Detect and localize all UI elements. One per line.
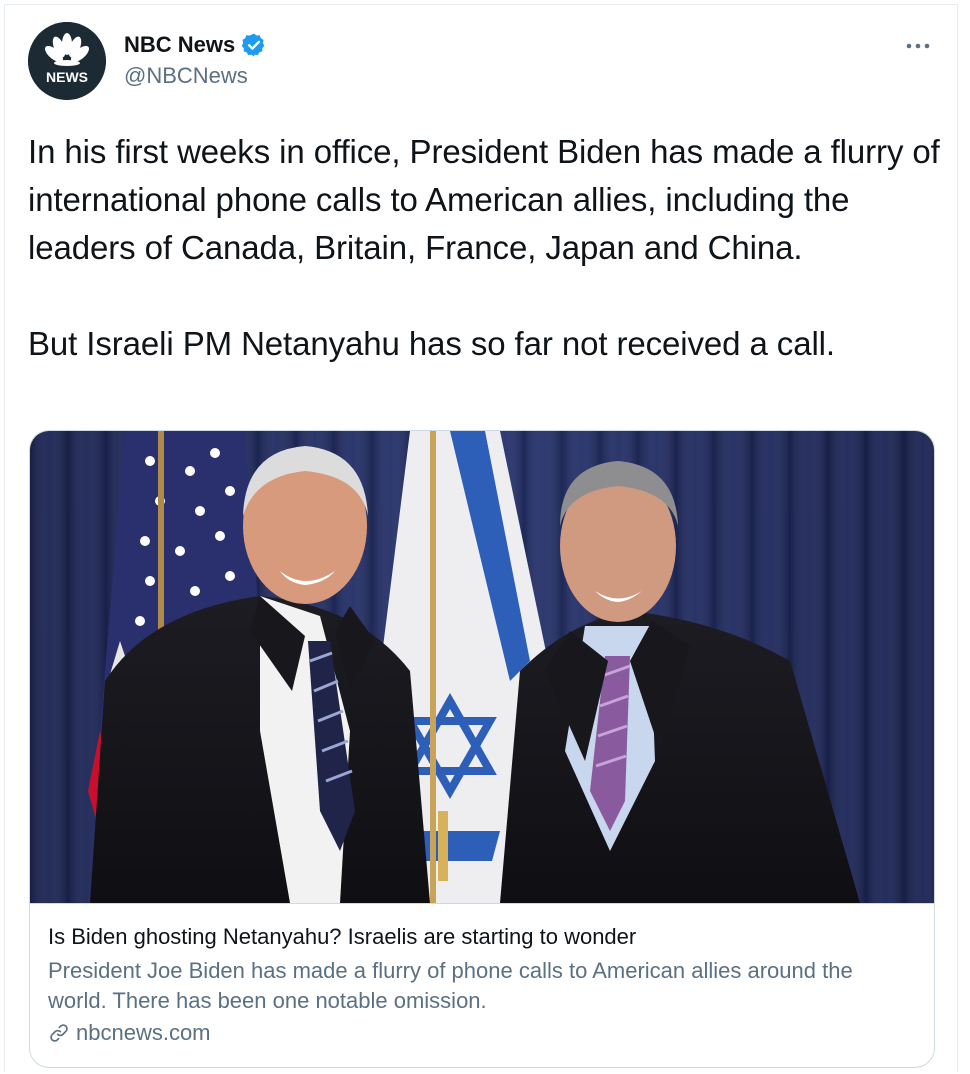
- card-domain: nbcnews.com: [76, 1020, 211, 1045]
- link-icon: [50, 1024, 68, 1042]
- nbc-peacock-logo-icon: NEWS: [28, 22, 106, 100]
- more-options-icon[interactable]: [904, 36, 932, 56]
- link-preview-card[interactable]: Is Biden ghosting Netanyahu? Israelis ar…: [29, 430, 935, 1068]
- avatar-text: NEWS: [46, 69, 88, 85]
- tweet-text: In his first weeks in office, President …: [28, 133, 940, 362]
- card-image: [30, 431, 934, 903]
- card-text-area[interactable]: Is Biden ghosting Netanyahu? Israelis ar…: [30, 903, 934, 1045]
- author-name[interactable]: NBC News: [124, 32, 235, 58]
- card-title: Is Biden ghosting Netanyahu? Israelis ar…: [48, 924, 637, 949]
- card-description: President Joe Biden has made a flurry of…: [48, 958, 853, 1013]
- author-avatar[interactable]: NEWS: [28, 22, 106, 100]
- verified-badge-icon: [242, 33, 265, 57]
- author-name-row[interactable]: NBC News: [124, 32, 267, 58]
- card-domain-row: nbcnews.com: [48, 1020, 211, 1046]
- author-handle[interactable]: @NBCNews: [124, 63, 248, 89]
